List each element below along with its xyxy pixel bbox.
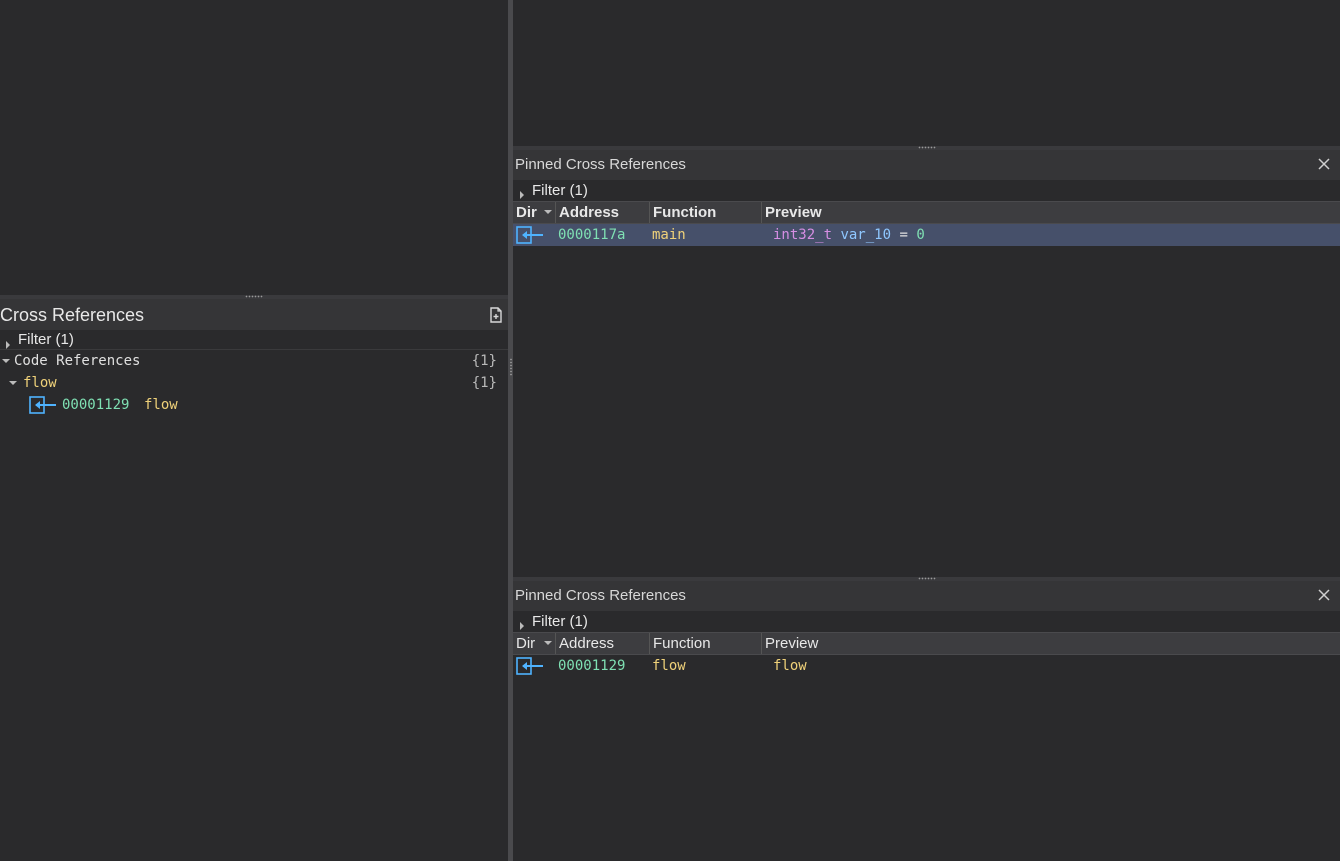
column-dir[interactable]: Dir [513,202,556,223]
column-header-row: Dir Address Function Preview [513,201,1340,224]
chevron-right-icon[interactable] [520,191,524,199]
sort-down-icon [544,210,552,214]
row-function: flow [652,658,686,674]
column-function[interactable]: Function [650,202,762,223]
function-count: {1} [471,375,497,391]
function-node-flow[interactable]: flow {1} [0,372,508,394]
filter-label: Filter (1) [532,613,588,630]
pinned-title: Pinned Cross References [515,156,686,173]
reference-address[interactable]: 00001129 [62,394,129,416]
preview-operator: = [899,227,908,243]
code-references-label: Code References [14,353,141,369]
row-function: main [652,227,686,243]
left-filter-row[interactable]: Filter (1) [0,330,508,350]
preview-value: 0 [916,227,925,243]
incoming-arrow-icon [516,226,544,251]
column-address[interactable]: Address [556,202,650,223]
function-label: flow [23,375,57,391]
cross-references-title: Cross References [0,305,145,325]
reference-name[interactable]: flow [144,394,178,416]
pinned-filter-row[interactable]: Filter (1) [513,181,1340,201]
column-address[interactable]: Address [556,633,650,654]
column-header-row: Dir Address Function Preview [513,632,1340,655]
pinned-title: Pinned Cross References [515,587,686,604]
preview-type: int32_t [773,227,833,243]
chevron-right-icon[interactable] [6,341,10,349]
pinned-header-bottom: Pinned Cross References [513,581,1340,611]
column-function[interactable]: Function [650,633,762,654]
pinned-filter-row[interactable]: Filter (1) [513,612,1340,632]
row-address: 00001129 [558,658,626,674]
code-references-count: {1} [471,353,497,369]
filter-label: Filter (1) [532,182,588,199]
table-row[interactable]: 0000117a main int32_t var_10 = 0 [513,224,1340,246]
splitter-grip [510,358,512,376]
incoming-arrow-icon [29,396,57,421]
column-dir[interactable]: Dir [513,633,556,654]
filter-label: Filter (1) [18,331,74,348]
sort-down-icon [544,641,552,645]
reference-row[interactable]: 00001129 flow [0,394,508,416]
left-empty-pane [0,0,508,295]
incoming-arrow-icon [516,657,544,682]
code-references-node[interactable]: Code References {1} [0,350,508,372]
close-icon[interactable] [1316,587,1332,603]
row-preview: int32_t var_10 = 0 [773,224,925,246]
right-empty-pane [513,0,1340,146]
chevron-down-icon[interactable] [2,359,10,363]
preview-variable: var_10 [840,227,892,243]
row-preview: flow [773,658,807,674]
row-address: 0000117a [558,227,626,243]
cross-references-header: Cross References [0,299,508,330]
close-icon[interactable] [1316,156,1332,172]
column-preview[interactable]: Preview [762,633,1340,654]
chevron-down-icon[interactable] [9,381,17,385]
column-preview[interactable]: Preview [762,202,1340,223]
pinned-header-top: Pinned Cross References [513,150,1340,180]
table-row[interactable]: 00001129 flow flow [513,655,1340,677]
chevron-right-icon[interactable] [520,622,524,630]
new-document-icon[interactable] [489,307,503,323]
